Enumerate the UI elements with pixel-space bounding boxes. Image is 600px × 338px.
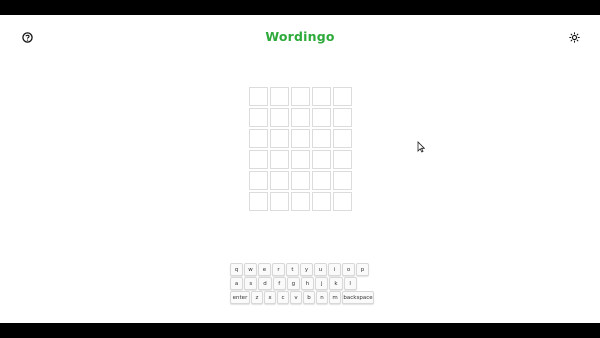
key-z[interactable]: z <box>251 291 263 304</box>
board-tile <box>291 150 310 169</box>
board-tile <box>249 87 268 106</box>
mouse-cursor-icon <box>417 141 425 153</box>
board-tile <box>270 192 289 211</box>
key-j[interactable]: j <box>315 277 329 290</box>
board-tile <box>291 87 310 106</box>
key-p[interactable]: p <box>356 263 369 276</box>
key-d[interactable]: d <box>258 277 272 290</box>
key-o[interactable]: o <box>342 263 355 276</box>
keyboard-row-2: asdfghjkl <box>230 277 374 290</box>
board-tile <box>270 171 289 190</box>
board-tile <box>270 87 289 106</box>
key-s[interactable]: s <box>244 277 258 290</box>
key-i[interactable]: i <box>328 263 341 276</box>
board-tile <box>291 129 310 148</box>
sun-icon[interactable] <box>567 30 581 44</box>
board-tile <box>291 171 310 190</box>
board-tile <box>312 87 331 106</box>
key-backspace[interactable]: backspace <box>342 291 374 304</box>
key-n[interactable]: n <box>316 291 328 304</box>
board-tile <box>312 129 331 148</box>
key-w[interactable]: w <box>244 263 257 276</box>
board-tile <box>312 150 331 169</box>
key-h[interactable]: h <box>300 277 315 290</box>
board-tile <box>249 192 268 211</box>
board-tile <box>270 108 289 127</box>
key-b[interactable]: b <box>303 291 315 304</box>
key-enter[interactable]: enter <box>230 291 250 304</box>
board-tile <box>333 129 352 148</box>
board-tile <box>333 171 352 190</box>
key-c[interactable]: c <box>277 291 289 304</box>
board-tile <box>333 87 352 106</box>
key-t[interactable]: t <box>286 263 299 276</box>
game-board <box>249 87 352 211</box>
key-a[interactable]: a <box>230 277 244 290</box>
board-tile <box>333 192 352 211</box>
key-x[interactable]: x <box>264 291 276 304</box>
key-m[interactable]: m <box>329 291 341 304</box>
board-tile <box>291 192 310 211</box>
key-q[interactable]: q <box>230 263 243 276</box>
board-tile <box>249 129 268 148</box>
key-l[interactable]: l <box>343 277 357 290</box>
board-tile <box>312 192 331 211</box>
page-title: Wordingo <box>265 29 335 44</box>
key-k[interactable]: k <box>329 277 343 290</box>
key-v[interactable]: v <box>290 291 302 304</box>
key-r[interactable]: r <box>272 263 285 276</box>
board-tile <box>312 108 331 127</box>
board-tile <box>291 108 310 127</box>
board-tile <box>270 150 289 169</box>
app-viewport: Wordingo qwertyuiop asdfghjkl enter z x c v b… <box>0 15 600 323</box>
key-y[interactable]: y <box>300 263 313 276</box>
key-u[interactable]: u <box>314 263 327 276</box>
board-tile <box>249 108 268 127</box>
board-tile <box>333 108 352 127</box>
keyboard-row-1: qwertyuiop <box>230 263 374 276</box>
board-tile <box>249 171 268 190</box>
board-tile <box>312 171 331 190</box>
key-f[interactable]: f <box>272 277 286 290</box>
key-g[interactable]: g <box>286 277 300 290</box>
on-screen-keyboard: qwertyuiop asdfghjkl enter z x c v b n m backspa… <box>230 263 374 305</box>
board-tile <box>270 129 289 148</box>
keyboard-row-3: enter z x c v b n m backspace <box>230 291 374 304</box>
board-tile <box>249 150 268 169</box>
board-tile <box>333 150 352 169</box>
key-e[interactable]: e <box>258 263 271 276</box>
